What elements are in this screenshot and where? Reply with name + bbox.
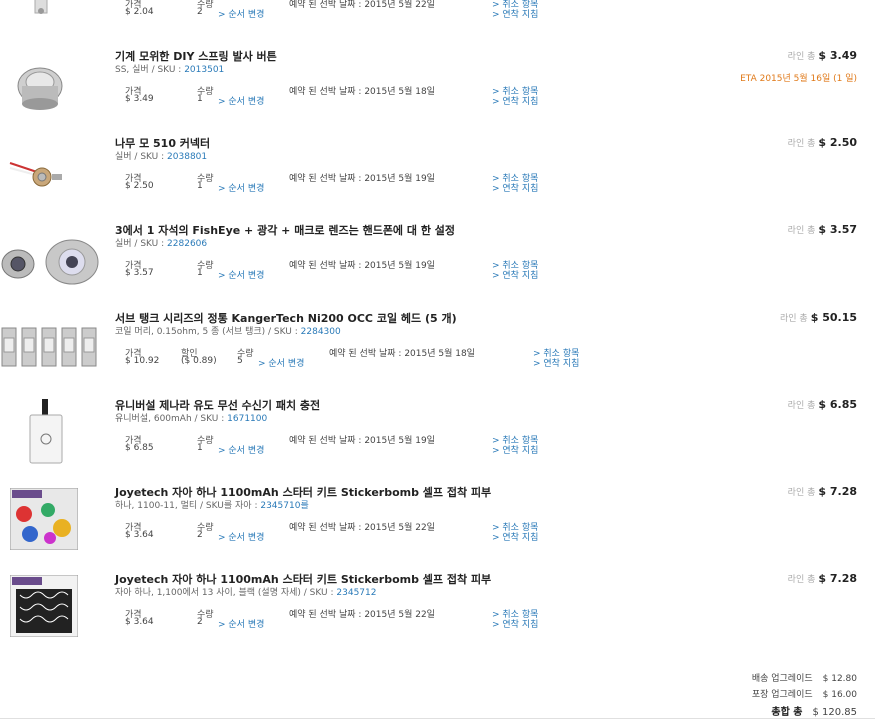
line-total: 라인 총 $ 3.49 xyxy=(787,49,857,62)
product-thumbnail[interactable] xyxy=(0,46,90,121)
ship-date: 예약 된 선박 날짜 : 2015년 5월 19일 xyxy=(289,436,435,446)
product-variant: 유니버설, 600mAh / SKU : 1671100 xyxy=(115,414,268,424)
sku-link[interactable]: 2013501 xyxy=(184,65,224,75)
qty-value: 1 xyxy=(197,181,203,191)
product-thumbnail[interactable] xyxy=(9,574,79,638)
order-item: Joyetech 자아 하나 1100mAh 스타터 키트 Stickerbom… xyxy=(0,569,875,649)
order-item: 유니버설 제나라 유도 무선 수신기 패치 충전 유니버설, 600mAh / … xyxy=(0,395,875,475)
ship-date: 예약 된 선박 날짜 : 2015년 5월 18일 xyxy=(289,87,435,97)
change-order-link[interactable]: > 순서 변경 xyxy=(218,181,264,194)
sku-link[interactable]: 2282606 xyxy=(167,239,207,249)
change-order-link[interactable]: > 순서 변경 xyxy=(218,94,264,107)
delay-guide-link[interactable]: > 연착 지침 xyxy=(492,7,538,20)
ship-date: 예약 된 선박 날짜 : 2015년 5월 22일 xyxy=(289,610,435,620)
price-value: $ 3.49 xyxy=(125,94,154,104)
change-order-link[interactable]: > 순서 변경 xyxy=(218,7,264,20)
order-total-row: 총합 총 $ 120.85 xyxy=(771,707,857,718)
ship-date: 예약 된 선박 날짜 : 2015년 5월 22일 xyxy=(289,523,435,533)
packaging-upgrade-row: 포장 업그레이드 $ 16.00 xyxy=(751,690,857,700)
product-thumbnail[interactable] xyxy=(0,220,105,295)
order-item: 나무 모 510 커넥터 실버 / SKU : 2038801 라인 총 $ 2.… xyxy=(0,133,875,213)
qty-value: 5 xyxy=(237,356,243,366)
delay-guide-link[interactable]: > 연착 지침 xyxy=(492,530,538,543)
order-item: 3에서 1 자석의 FishEye + 광각 + 매크로 렌즈는 핸드폰에 대 … xyxy=(0,220,875,300)
change-order-link[interactable]: > 순서 변경 xyxy=(258,356,304,369)
ship-date: 예약 된 선박 날짜 : 2015년 5월 19일 xyxy=(289,261,435,271)
change-order-link[interactable]: > 순서 변경 xyxy=(218,443,264,456)
change-order-link[interactable]: > 순서 변경 xyxy=(218,268,264,281)
order-item: 기계 모위한 DIY 스프링 발사 버튼 SS, 실버 / SKU : 2013… xyxy=(0,46,875,126)
ship-date: 예약 된 선박 날짜 : 2015년 5월 19일 xyxy=(289,174,435,184)
product-variant: 실버 / SKU : 2038801 xyxy=(115,152,208,162)
delay-guide-link[interactable]: > 연착 지침 xyxy=(492,181,538,194)
sku-link[interactable]: 2284300 xyxy=(301,327,341,337)
product-thumbnail[interactable] xyxy=(0,133,90,208)
order-item: 가격 $ 2.04 수량 2 > 순서 변경 예약 된 선박 날짜 : 2015… xyxy=(0,0,875,20)
price-value: $ 3.57 xyxy=(125,268,154,278)
ship-date: 예약 된 선박 날짜 : 2015년 5월 18일 xyxy=(329,349,475,359)
delay-guide-link[interactable]: > 연착 지침 xyxy=(492,94,538,107)
line-total: 라인 총 $ 7.28 xyxy=(787,485,857,498)
ship-date: 예약 된 선박 날짜 : 2015년 5월 22일 xyxy=(289,0,435,10)
product-variant: SS, 실버 / SKU : 2013501 xyxy=(115,65,225,75)
eta-note: ETA 2015년 5월 16일 (1 일) xyxy=(740,74,857,84)
product-variant: 자아 하나, 1,100에서 13 사이, 블랙 (설명 자세) / SKU :… xyxy=(115,588,377,598)
price-value: $ 6.85 xyxy=(125,443,154,453)
change-order-link[interactable]: > 순서 변경 xyxy=(218,530,264,543)
product-thumbnail[interactable] xyxy=(0,0,90,15)
order-item: Joyetech 자아 하나 1100mAh 스타터 키트 Stickerbom… xyxy=(0,482,875,562)
product-thumbnail[interactable] xyxy=(9,487,79,551)
line-total: 라인 총 $ 6.85 xyxy=(787,398,857,411)
delay-guide-link[interactable]: > 연착 지침 xyxy=(492,268,538,281)
sku-link[interactable]: 1671100 xyxy=(227,414,267,424)
product-variant: 실버 / SKU : 2282606 xyxy=(115,239,208,249)
qty-value: 1 xyxy=(197,443,203,453)
delay-guide-link[interactable]: > 연착 지침 xyxy=(492,617,538,630)
line-total: 라인 총 $ 3.57 xyxy=(787,223,857,236)
order-item: 서브 탱크 시리즈의 정통 KangerTech Ni200 OCC 코일 헤드… xyxy=(0,308,875,388)
qty-value: 1 xyxy=(197,94,203,104)
qty-value: 2 xyxy=(197,617,203,627)
product-thumbnail[interactable] xyxy=(0,395,90,470)
price-value: $ 10.92 xyxy=(125,356,160,366)
bottom-divider xyxy=(0,718,875,719)
sku-link[interactable]: 2345712 xyxy=(336,588,376,598)
discount-value: ($ 0.89) xyxy=(181,356,217,366)
line-total: 라인 총 $ 2.50 xyxy=(787,136,857,149)
price-value: $ 3.64 xyxy=(125,530,154,540)
price-value: $ 2.04 xyxy=(125,7,154,17)
price-value: $ 3.64 xyxy=(125,617,154,627)
price-value: $ 2.50 xyxy=(125,181,154,191)
product-variant: 하나, 1100-11, 멀티 / SKU를 자아 : 2345710를 xyxy=(115,501,309,511)
shipping-upgrade-row: 배송 업그레이드 $ 12.80 xyxy=(751,674,857,684)
change-order-link[interactable]: > 순서 변경 xyxy=(218,617,264,630)
qty-value: 1 xyxy=(197,268,203,278)
line-total: 라인 총 $ 50.15 xyxy=(780,311,857,324)
qty-value: 2 xyxy=(197,530,203,540)
sku-link[interactable]: 2345710를 xyxy=(260,501,308,511)
line-total: 라인 총 $ 7.28 xyxy=(787,572,857,585)
product-variant: 코일 머리, 0.15ohm, 5 종 (서브 탱크) / SKU : 2284… xyxy=(115,327,341,337)
sku-link[interactable]: 2038801 xyxy=(167,152,207,162)
delay-guide-link[interactable]: > 연착 지침 xyxy=(492,443,538,456)
qty-value: 2 xyxy=(197,7,203,17)
product-thumbnail[interactable] xyxy=(0,318,105,378)
delay-guide-link[interactable]: > 연착 지침 xyxy=(533,356,579,369)
